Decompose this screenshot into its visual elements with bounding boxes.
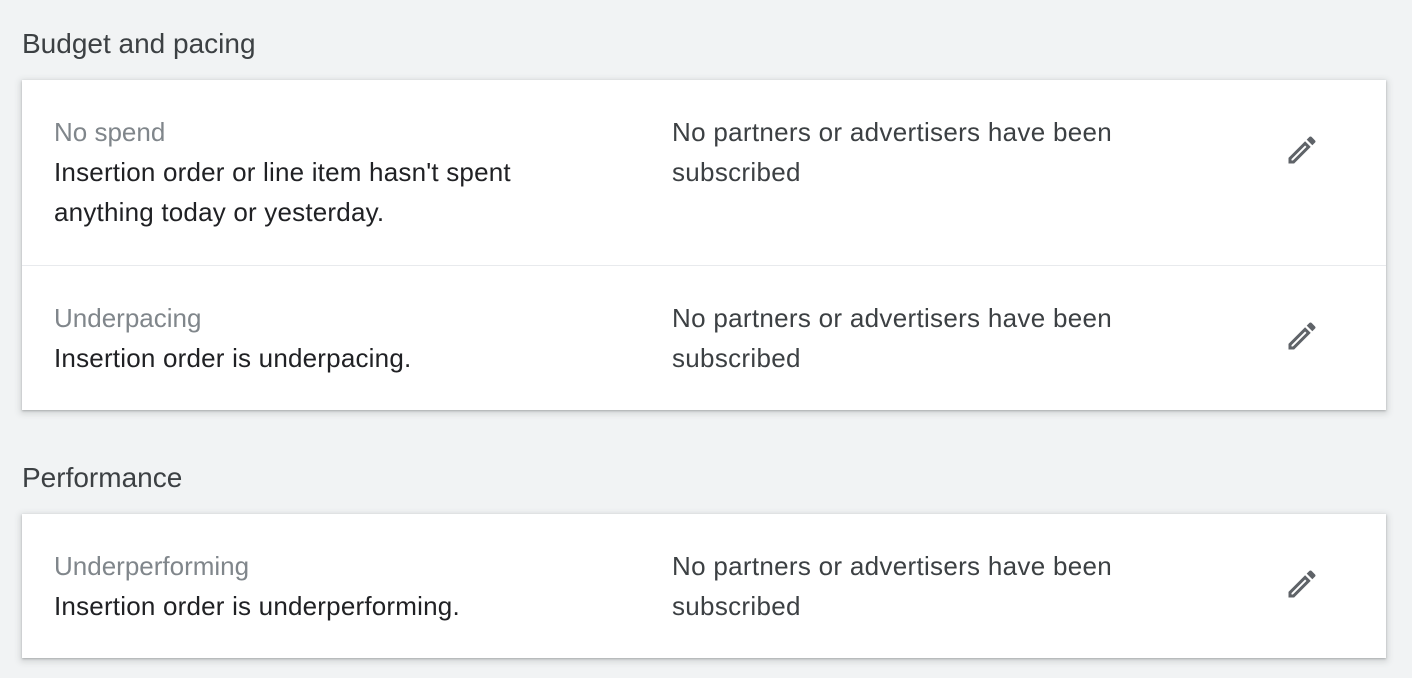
alert-description: Insertion order is underperforming. [54,591,460,621]
edit-pencil-icon [1288,570,1316,598]
section-title-budget-and-pacing: Budget and pacing [22,28,256,59]
subscription-status-text: No partners or advertisers have been sub… [672,117,1113,187]
edit-button[interactable] [1280,314,1324,358]
alerts-page: Budget and pacing No spend Insertion ord… [0,0,1412,678]
performance-card: Underperforming Insertion order is under… [22,514,1386,658]
budget-and-pacing-card: No spend Insertion order or line item ha… [22,80,1386,410]
edit-pencil-icon [1288,322,1316,350]
subscription-status: No partners or advertisers have been sub… [672,298,1192,378]
alert-info: Underperforming Insertion order is under… [54,546,614,626]
edit-button[interactable] [1280,128,1324,172]
alert-description: Insertion order is underpacing. [54,343,412,373]
alert-description: Insertion order or line item hasn't spen… [54,157,511,227]
alert-name: Underpacing [54,303,202,333]
alert-name: Underperforming [54,551,250,581]
edit-button[interactable] [1280,562,1324,606]
subscription-status: No partners or advertisers have been sub… [672,112,1192,192]
subscription-status: No partners or advertisers have been sub… [672,546,1192,626]
alert-info: No spend Insertion order or line item ha… [54,112,614,232]
edit-pencil-icon [1288,136,1316,164]
subscription-status-text: No partners or advertisers have been sub… [672,551,1113,621]
alert-row-underpacing: Underpacing Insertion order is underpaci… [22,265,1386,410]
alert-row-underperforming: Underperforming Insertion order is under… [22,514,1386,658]
section-title-performance: Performance [22,462,183,493]
alert-name: No spend [54,117,166,147]
alert-info: Underpacing Insertion order is underpaci… [54,298,614,378]
alert-row-no-spend: No spend Insertion order or line item ha… [22,80,1386,265]
subscription-status-text: No partners or advertisers have been sub… [672,303,1113,373]
